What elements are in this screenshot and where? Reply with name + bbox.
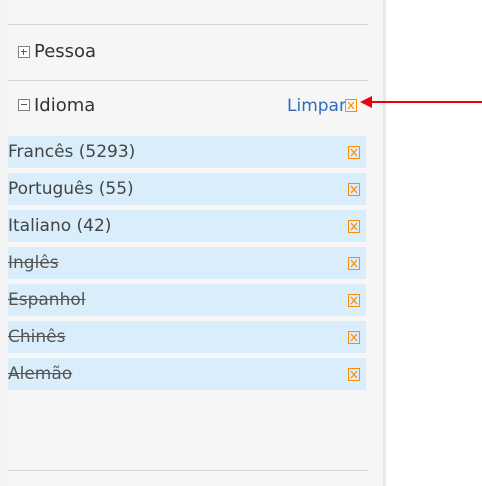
facet-idioma-title[interactable]: Idioma (34, 95, 95, 117)
filter-item-idioma[interactable]: Francês (5293) (8, 136, 366, 168)
sidebar-edge (383, 0, 386, 486)
filter-item-label[interactable]: Espanhol (8, 289, 85, 311)
facet-pessoa-title[interactable]: Pessoa (34, 41, 96, 63)
remove-filter-icon[interactable] (348, 294, 360, 307)
facet-sidebar (0, 0, 384, 486)
expand-plus-icon[interactable] (18, 46, 30, 58)
filter-item-label[interactable]: Alemão (8, 363, 72, 385)
facet-panel (8, 0, 382, 486)
remove-filter-icon[interactable] (348, 331, 360, 344)
filter-item-label[interactable]: Francês (5293) (8, 141, 135, 163)
filter-item-label[interactable]: Chinês (8, 326, 65, 348)
filter-item-idioma[interactable]: Espanhol (8, 284, 366, 316)
filter-item-idioma[interactable]: Alemão (8, 358, 366, 390)
divider-bottom (8, 470, 368, 471)
collapse-minus-icon[interactable] (18, 99, 30, 111)
divider-top (8, 24, 368, 25)
filter-item-idioma[interactable]: Inglês (8, 247, 366, 279)
filter-item-label[interactable]: Italiano (42) (8, 215, 111, 237)
facet-pessoa-header[interactable]: Pessoa (8, 30, 368, 62)
filter-item-idioma[interactable]: Chinês (8, 321, 366, 353)
clear-all-remove-icon[interactable] (345, 99, 357, 112)
filter-item-label[interactable]: Inglês (8, 252, 59, 274)
clear-filters-link[interactable]: Limpar (287, 95, 346, 117)
remove-filter-icon[interactable] (348, 257, 360, 270)
remove-filter-icon[interactable] (348, 183, 360, 196)
filter-item-idioma[interactable]: Italiano (42) (8, 210, 366, 242)
remove-filter-icon[interactable] (348, 368, 360, 381)
filter-item-idioma[interactable]: Português (55) (8, 173, 366, 205)
remove-filter-icon[interactable] (348, 146, 360, 159)
filter-item-label[interactable]: Português (55) (8, 178, 134, 200)
remove-filter-icon[interactable] (348, 220, 360, 233)
divider-middle (8, 80, 368, 81)
annotation-arrow-icon (360, 96, 482, 108)
